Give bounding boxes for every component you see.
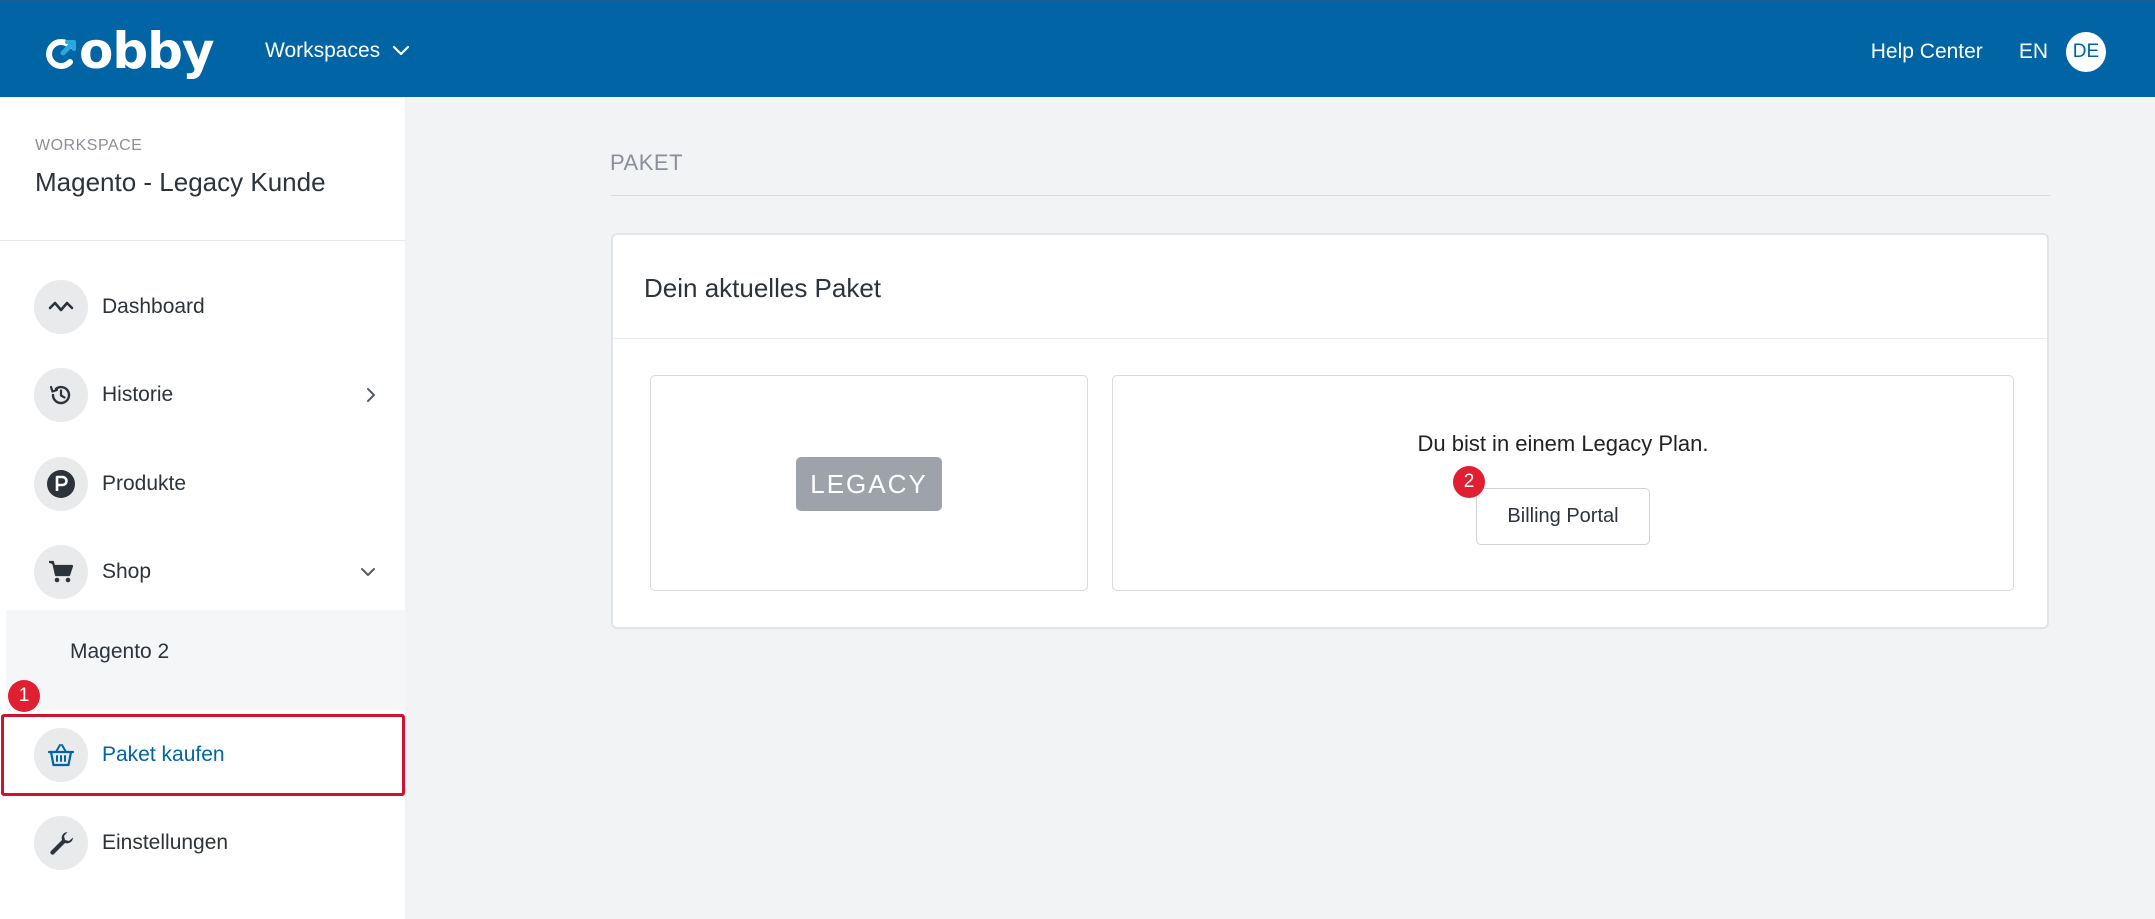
help-center-link[interactable]: Help Center [1871,40,1983,64]
sidebar-item-label: Historie [102,383,174,406]
sidebar-item-label: Shop [102,560,152,583]
sidebar-item-paket-kaufen[interactable]: Paket kaufen [0,711,405,799]
plan-message: Du bist in einem Legacy Plan. [1417,431,1709,456]
sidebar-item-label: Produkte [102,472,187,495]
top-navigation-bar: obby Workspaces Help Center EN DE [0,0,2155,97]
page-title: PAKET [610,150,684,175]
sidebar-item-historie[interactable]: Historie [0,351,405,439]
basket-icon [34,728,88,782]
plan-box: LEGACY [650,375,1088,591]
chevron-right-icon [367,388,375,402]
sidebar-item-label: Paket kaufen [102,743,225,766]
logo-text: obby [79,22,215,80]
billing-portal-button[interactable]: Billing Portal [1476,488,1650,545]
history-icon [34,368,88,422]
sidebar-divider [0,240,405,241]
logo-c-icon [46,38,78,70]
title-underline [610,195,2050,196]
workspaces-dropdown[interactable]: Workspaces [265,39,410,63]
p-circle-icon [34,457,88,511]
sidebar-subitem-magento-2[interactable]: Magento 2 [70,640,169,664]
card-divider [613,338,2047,339]
current-plan-card: Dein aktuelles Paket LEGACY Du bist in e… [611,233,2049,629]
card-title: Dein aktuelles Paket [644,273,882,303]
cart-icon [34,545,88,599]
sidebar-item-shop[interactable]: Shop [0,528,405,616]
plan-tag: LEGACY [796,457,942,511]
shop-submenu: Magento 2 [6,610,405,710]
chevron-down-icon [361,568,375,576]
sidebar-item-label: Dashboard [102,295,205,318]
plan-info-box: Du bist in einem Legacy Plan. Billing Po… [1112,375,2014,591]
workspaces-label: Workspaces [265,39,381,62]
sidebar-item-produkte[interactable]: Produkte [0,440,405,528]
sidebar: WORKSPACE Magento - Legacy Kunde Dashboa… [0,97,405,919]
step-badge-2: 2 [1453,466,1485,498]
workspace-caption: WORKSPACE [35,137,143,154]
sidebar-item-dashboard[interactable]: Dashboard [0,263,405,351]
language-switcher[interactable]: EN [2019,40,2048,64]
chevron-down-icon [393,45,410,56]
sidebar-item-label: Einstellungen [102,831,229,854]
workspace-name: Magento - Legacy Kunde [35,167,326,197]
wrench-icon [34,816,88,870]
user-avatar[interactable]: DE [2066,32,2106,72]
step-badge-1: 1 [8,680,40,712]
sidebar-item-einstellungen[interactable]: Einstellungen [0,799,405,887]
cobby-logo[interactable]: obby [46,22,215,80]
activity-icon [34,280,88,334]
